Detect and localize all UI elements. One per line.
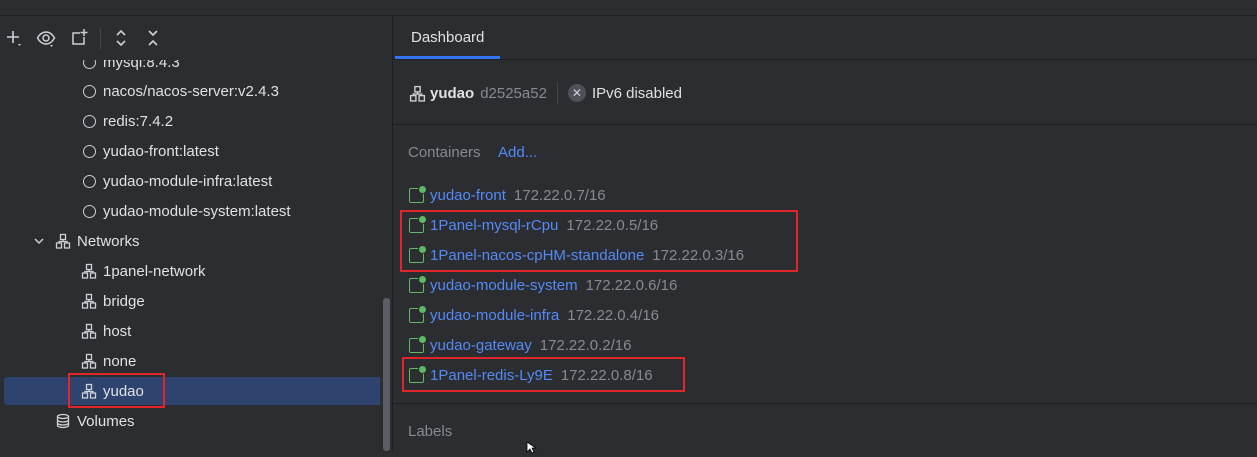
tree-item-network-selected[interactable]: yudao [4, 377, 380, 405]
tree-item-network[interactable]: host [0, 317, 380, 345]
tree-scrollbar[interactable] [381, 60, 391, 451]
container-item: yudao-module-system 172.22.0.6/16 [409, 273, 677, 297]
tree-item-label: yudao-module-infra:latest [103, 172, 273, 190]
tree-item-image[interactable]: yudao-module-infra:latest [0, 167, 380, 195]
tree-group-networks[interactable]: Networks [0, 227, 380, 255]
container-ip: 172.22.0.3/16 [652, 246, 745, 264]
services-panel: mysql:8.4.3 nacos/nacos-server:v2.4.3 re… [0, 16, 392, 451]
network-icon [80, 262, 98, 280]
network-icon [80, 382, 98, 400]
container-ip: 172.22.0.8/16 [560, 366, 653, 384]
container-link[interactable]: yudao-gateway [430, 337, 532, 354]
labels-label: Labels [408, 423, 453, 440]
tree-group-label: Networks [77, 232, 140, 250]
container-running-icon [409, 334, 427, 353]
tree-group-volumes[interactable]: Volumes [0, 407, 380, 435]
tree-item-label: yudao [103, 382, 144, 400]
network-title: yudao d2525a52 ✕ IPv6 disabled [409, 82, 682, 104]
tree-item-network[interactable]: none [0, 347, 380, 375]
tree-item-label: redis:7.4.2 [103, 112, 174, 130]
container-item: yudao-gateway 172.22.0.2/16 [409, 333, 632, 357]
header-separator [556, 82, 558, 104]
image-circle-icon [80, 202, 98, 220]
container-running-icon [409, 364, 427, 383]
chevron-down-icon[interactable] [32, 234, 46, 248]
container-running-icon [409, 304, 427, 323]
tree-item-image[interactable]: nacos/nacos-server:v2.4.3 [0, 77, 380, 105]
eye-icon[interactable] [34, 26, 58, 50]
disabled-x-icon: ✕ [567, 84, 586, 102]
add-icon[interactable] [2, 26, 26, 50]
tree-item-label: 1panel-network [103, 262, 206, 280]
scrollbar-thumb[interactable] [383, 298, 390, 451]
container-running-icon [409, 184, 427, 203]
container-item: 1Panel-redis-Ly9E 172.22.0.8/16 [409, 363, 653, 387]
network-icon [80, 352, 98, 370]
add-container-link[interactable]: Add... [498, 144, 537, 161]
container-running-icon [409, 274, 427, 293]
container-ip: 172.22.0.2/16 [539, 336, 632, 354]
container-item: 1Panel-nacos-cpHM-standalone 172.22.0.3/… [409, 243, 744, 267]
container-link[interactable]: yudao-front [430, 187, 506, 204]
container-link[interactable]: yudao-module-system [430, 277, 578, 294]
ipv6-status: IPv6 disabled [591, 84, 682, 102]
collapse-icon[interactable] [141, 26, 165, 50]
tab-bar: Dashboard [393, 16, 1257, 60]
container-link[interactable]: 1Panel-redis-Ly9E [430, 367, 553, 384]
tree-item-label: yudao-front:latest [103, 142, 219, 160]
network-icon [80, 292, 98, 310]
section-divider [393, 403, 1257, 404]
services-toolbar [0, 16, 392, 60]
container-item: 1Panel-mysql-rCpu 172.22.0.5/16 [409, 213, 658, 237]
network-icon [409, 85, 426, 102]
toolbar-separator [100, 28, 101, 50]
tab-label: Dashboard [411, 29, 485, 46]
tree-item-image[interactable]: yudao-front:latest [0, 137, 380, 165]
network-id: d2525a52 [480, 84, 547, 102]
services-tree: mysql:8.4.3 nacos/nacos-server:v2.4.3 re… [0, 60, 380, 451]
container-item: yudao-front 172.22.0.7/16 [409, 183, 606, 207]
tree-item-image[interactable]: mysql:8.4.3 [0, 60, 380, 76]
container-running-icon [409, 214, 427, 233]
image-circle-icon [80, 172, 98, 190]
network-icon [80, 322, 98, 340]
details-panel: Dashboard yudao d2525a52 ✕ IPv6 disabled… [393, 16, 1257, 451]
image-circle-icon [80, 112, 98, 130]
tree-group-label: Volumes [77, 412, 135, 430]
tree-item-image[interactable]: yudao-module-system:latest [0, 197, 380, 225]
network-name: yudao [430, 84, 475, 102]
active-tab-indicator [395, 56, 501, 59]
tab-dashboard[interactable]: Dashboard [395, 16, 501, 59]
tree-item-label: none [103, 352, 137, 370]
network-icon [54, 232, 72, 250]
container-running-icon [409, 244, 427, 263]
expand-icon[interactable] [109, 26, 133, 50]
container-ip: 172.22.0.4/16 [567, 306, 660, 324]
container-ip: 172.22.0.6/16 [585, 276, 678, 294]
container-link[interactable]: yudao-module-infra [430, 307, 559, 324]
tree-item-label: host [103, 322, 132, 340]
tree-item-network[interactable]: 1panel-network [0, 257, 380, 285]
mouse-cursor-icon [526, 440, 538, 457]
network-header: yudao d2525a52 ✕ IPv6 disabled [393, 60, 1257, 125]
image-circle-icon [80, 142, 98, 160]
container-link[interactable]: 1Panel-mysql-rCpu [430, 217, 558, 234]
database-icon [54, 412, 72, 430]
image-circle-icon [80, 82, 98, 100]
container-ip: 172.22.0.5/16 [566, 216, 659, 234]
tree-item-label: yudao-module-system:latest [103, 202, 291, 220]
tree-item-image[interactable]: redis:7.4.2 [0, 107, 380, 135]
image-circle-icon [80, 60, 98, 71]
tree-item-label: mysql:8.4.3 [103, 60, 180, 71]
new-window-icon[interactable] [67, 26, 91, 50]
container-ip: 172.22.0.7/16 [513, 186, 606, 204]
container-link[interactable]: 1Panel-nacos-cpHM-standalone [430, 247, 644, 264]
tree-item-label: bridge [103, 292, 145, 310]
containers-label: Containers [408, 144, 481, 161]
container-item: yudao-module-infra 172.22.0.4/16 [409, 303, 659, 327]
top-bar [0, 0, 1257, 16]
tree-item-network[interactable]: bridge [0, 287, 380, 315]
tree-item-label: nacos/nacos-server:v2.4.3 [103, 82, 279, 100]
